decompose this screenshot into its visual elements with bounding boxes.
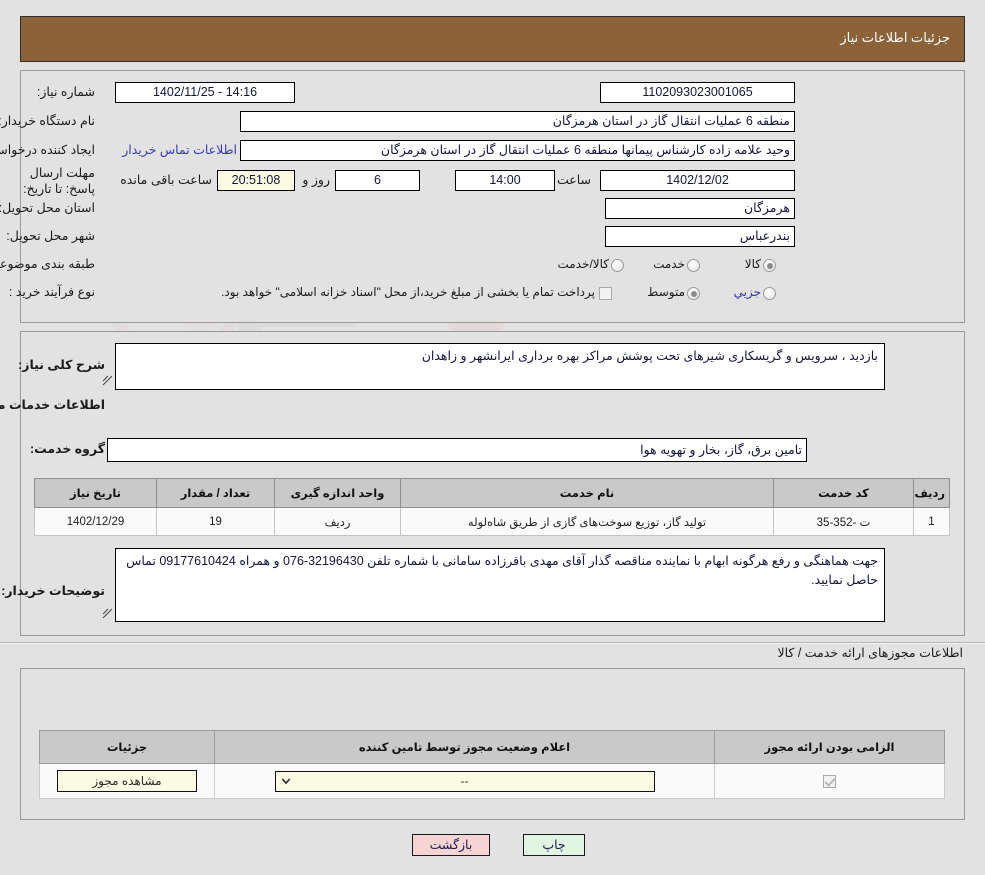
buyer-notes-textarea[interactable]: جهت هماهنگی و رفع هرگونه ابهام با نمایند… <box>115 548 885 622</box>
deadline-days-value: 6 <box>335 170 420 191</box>
deadline-remaining-label: ساعت باقی مانده <box>120 173 212 187</box>
th-need-date: تاریخ نیاز <box>34 478 157 508</box>
buyer-notes-label: توضیحات خریدار: <box>1 584 105 598</box>
delivery-province-label: استان محل تحویل: <box>0 201 95 215</box>
cell-row: 1 <box>913 507 950 536</box>
buyer-org-label: نام دستگاه خریدار: <box>0 114 95 128</box>
back-button[interactable]: بازگشت <box>412 834 490 856</box>
page-title-bar: جزئیات اطلاعات نیاز <box>20 16 965 62</box>
request-creator-value: وحید علامه زاده کارشناس پیمانها منطقه 6 … <box>240 140 795 161</box>
need-number-value: 1102093023001065 <box>600 82 795 103</box>
page-title: جزئیات اطلاعات نیاز <box>840 30 950 45</box>
buyer-contact-link[interactable]: اطلاعات تماس خریدار <box>122 142 237 157</box>
process-radio-motavaset[interactable] <box>687 287 700 300</box>
process-option-motavaset-label: متوسط <box>647 285 685 299</box>
th-unit: واحد اندازه گیری <box>274 478 401 508</box>
services-table-header-row: ردیف کد خدمت نام خدمت واحد اندازه گیری ت… <box>34 478 950 508</box>
buyer-org-value: منطقه 6 عملیات انتقال گاز در استان هرمزگ… <box>240 111 795 132</box>
request-creator-label: ایجاد کننده درخواست: <box>0 143 95 157</box>
permits-header-row: الزامی بودن ارائه مجوز اعلام وضعیت مجوز … <box>39 730 945 764</box>
cell-need-date: 1402/12/29 <box>34 507 157 536</box>
permits-row: -- مشاهده مجوز <box>39 763 945 799</box>
cell-quantity: 19 <box>156 507 275 536</box>
service-group-label: گروه خدمت: <box>29 442 105 456</box>
page-root: Tender.net ria جزئیات اطلاعات نیاز شماره… <box>0 0 985 875</box>
category-option-kala-label: کالا <box>744 257 761 271</box>
category-option-kala-khadamat-label: کالا/خدمت <box>557 257 609 271</box>
services-section-title: اطلاعات خدمات مورد نیاز <box>0 398 105 412</box>
deadline-hour-label: ساعت <box>556 173 591 187</box>
need-number-label: شماره نیاز: <box>36 85 95 99</box>
th-service-code: کد خدمت <box>773 478 914 508</box>
announce-datetime-value: 14:16 - 1402/11/25 <box>115 82 295 103</box>
treasury-docs-checkbox[interactable] <box>599 287 612 300</box>
th-quantity: تعداد / مقدار <box>156 478 275 508</box>
category-option-khadamat-label: خدمت <box>653 257 685 271</box>
category-radio-kala-khadamat[interactable] <box>611 259 624 272</box>
permit-status-value: -- <box>460 773 469 788</box>
cell-unit: ردیف <box>274 507 401 536</box>
category-radio-kala[interactable] <box>687 259 700 272</box>
delivery-province-value: هرمزگان <box>605 198 795 219</box>
permits-table: الزامی بودن ارائه مجوز اعلام وضعیت مجوز … <box>39 730 945 799</box>
deadline-days-label: روز و <box>302 173 330 187</box>
th-permit-details: جزئیات <box>39 730 215 764</box>
summary-textarea[interactable]: بازدید ، سرویس و گریسکاری شیرهای تحت پوش… <box>115 343 885 390</box>
treasury-docs-text: پرداخت تمام یا بخشی از مبلغ خرید،از محل … <box>221 285 595 299</box>
th-service-name: نام خدمت <box>400 478 774 508</box>
deadline-countdown-value: 20:51:08 <box>217 170 295 191</box>
cell-permit-status: -- <box>214 763 715 799</box>
cell-permit-required <box>714 763 945 799</box>
cell-service-code: ت -352-35 <box>773 507 914 536</box>
table-row: 1 ت -352-35 تولید گاز، توزیع سوخت‌های گا… <box>34 507 950 536</box>
permit-required-checkbox <box>823 775 836 788</box>
deadline-label-text: مهلت ارسال پاسخ: تا تاریخ: <box>23 166 95 196</box>
section-divider <box>0 642 985 644</box>
print-button[interactable]: چاپ <box>523 834 585 856</box>
deadline-hour-value: 14:00 <box>455 170 555 191</box>
delivery-city-label: شهر محل تحویل: <box>6 229 95 243</box>
cell-permit-details: مشاهده مجوز <box>39 763 215 799</box>
cell-service-name: تولید گاز، توزیع سوخت‌های گازی از طریق ش… <box>400 507 774 536</box>
view-permit-button[interactable]: مشاهده مجوز <box>57 770 197 792</box>
services-table: ردیف کد خدمت نام خدمت واحد اندازه گیری ت… <box>34 478 950 536</box>
th-row: ردیف <box>913 478 950 508</box>
summary-label: شرح کلی نیاز: <box>18 358 105 372</box>
deadline-label: مهلت ارسال پاسخ: تا تاریخ: <box>23 165 95 197</box>
th-permit-required: الزامی بودن ارائه مجوز <box>714 730 945 764</box>
permits-section-title: اطلاعات مجوزهای ارائه خدمت / کالا <box>777 646 963 660</box>
summary-resize-grip[interactable] <box>102 375 113 386</box>
service-group-value: تامین برق، گاز، بخار و تهویه هوا <box>107 438 807 462</box>
category-label: طبقه بندی موضوعی: <box>0 257 95 271</box>
buyer-notes-resize-grip[interactable] <box>102 608 113 619</box>
process-option-jozei-label: جزیي <box>733 285 761 299</box>
th-permit-status: اعلام وضعیت مجوز توسط تامین کننده <box>214 730 715 764</box>
delivery-city-value: بندرعباس <box>605 226 795 247</box>
deadline-date-value: 1402/12/02 <box>600 170 795 191</box>
process-radio-jozei[interactable] <box>763 287 776 300</box>
process-type-label: نوع فرآیند خرید : <box>8 285 95 299</box>
category-radio-khadamat[interactable] <box>763 259 776 272</box>
chevron-down-icon <box>281 777 290 784</box>
permit-status-dropdown[interactable]: -- <box>274 770 655 792</box>
